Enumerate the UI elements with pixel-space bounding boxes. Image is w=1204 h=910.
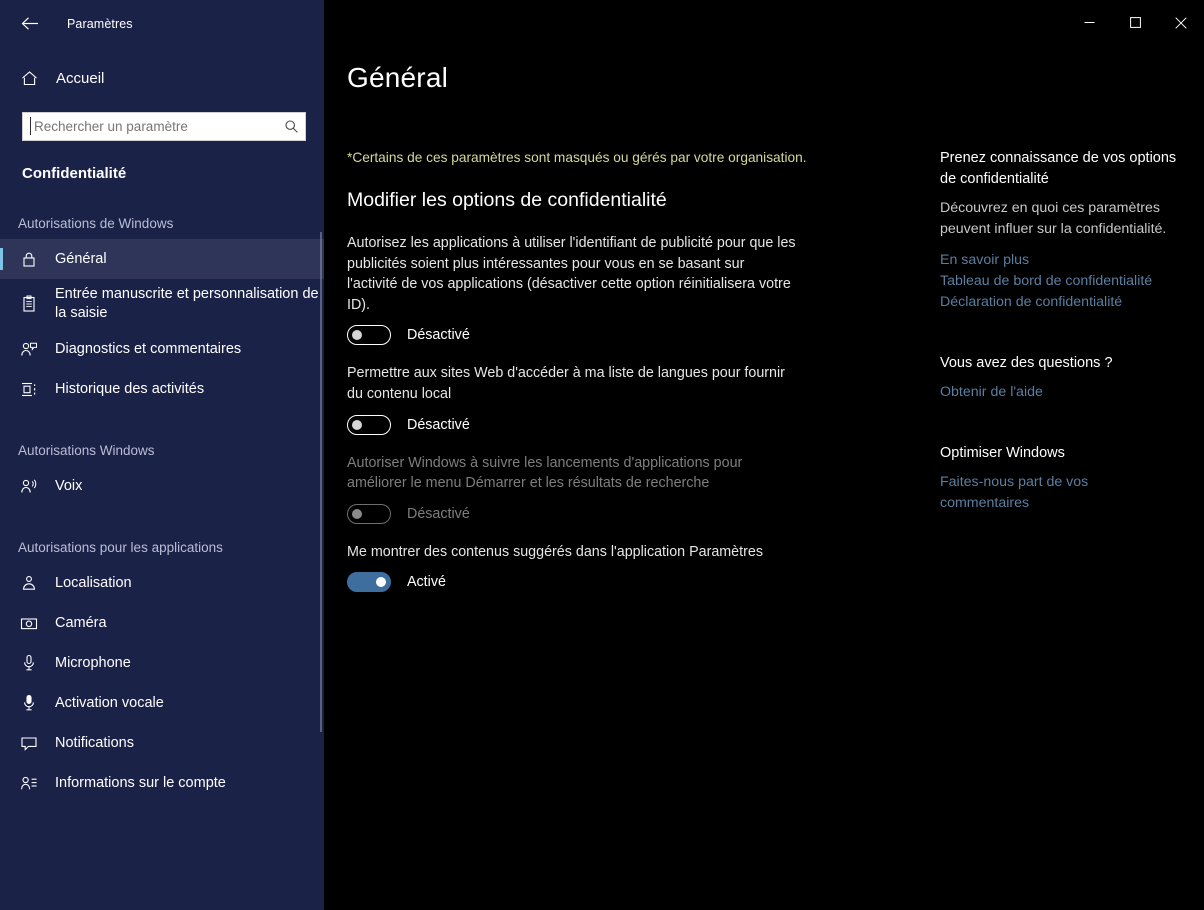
sidebar-category-title: Confidentialité	[22, 165, 127, 182]
sidebar-scrollbar[interactable]	[320, 0, 323, 910]
toggle-state-label: Activé	[407, 574, 446, 591]
voice-activation-icon	[18, 694, 40, 712]
toggle-knob	[352, 330, 362, 341]
help-panel: Prenez connaissance de vos options de co…	[940, 148, 1180, 544]
sidebar-item-label: Microphone	[55, 654, 131, 671]
sidebar-item-label: Historique des activités	[55, 380, 205, 397]
help-link-privacy-dashboard[interactable]: Tableau de bord de confidentialité	[940, 271, 1152, 292]
page-title: Général	[347, 62, 449, 93]
sidebar-item-microphone[interactable]: Microphone	[0, 643, 324, 683]
sidebar-item-label: Entrée manuscrite et personnalisation de…	[55, 286, 319, 321]
location-pin-icon	[18, 575, 40, 592]
toggle-knob	[352, 508, 362, 519]
person-speaking-icon	[18, 478, 40, 495]
search-input[interactable]	[23, 114, 277, 139]
sidebar-item-home[interactable]: Accueil	[0, 58, 324, 98]
sidebar-item-inking-typing[interactable]: Entrée manuscrite et personnalisation de…	[0, 279, 324, 329]
activity-history-icon	[18, 381, 40, 398]
toggle-row: Désactivé	[347, 503, 817, 525]
toggle-row: Désactivé	[347, 324, 817, 346]
sidebar-item-label: Caméra	[55, 614, 107, 631]
toggle-state-label: Désactivé	[407, 505, 470, 522]
help-group-title: Vous avez des questions ?	[940, 355, 1113, 371]
website-language-toggle[interactable]	[347, 414, 391, 435]
app-title: Paramètres	[67, 16, 133, 31]
sidebar-item-label: Général	[55, 250, 107, 267]
sidebar-item-voice[interactable]: Voix	[0, 466, 324, 506]
help-group-privacy-options: Prenez connaissance de vos options de co…	[940, 148, 1180, 313]
sidebar-item-diagnostics-feedback[interactable]: Diagnostics et commentaires	[0, 329, 324, 369]
clipboard-icon	[18, 295, 40, 313]
toggle-state-label: Désactivé	[407, 327, 470, 344]
sidebar-content: Accueil Confidentialité Autorisations de…	[0, 40, 324, 803]
help-group-title: Optimiser Windows	[940, 445, 1065, 461]
sidebar-item-label: Localisation	[55, 574, 132, 591]
help-group-title: Prenez connaissance de vos options de co…	[940, 150, 1177, 187]
sidebar-item-general[interactable]: Général	[0, 239, 324, 279]
help-group-improve-windows: Optimiser Windows Faites-nous part de vo…	[940, 443, 1180, 514]
sidebar-item-location[interactable]: Localisation	[0, 563, 324, 603]
help-link-learn-more[interactable]: En savoir plus	[940, 250, 1029, 271]
setting-description: Autorisez les applications à utiliser l'…	[347, 235, 796, 313]
setting-description: Permettre aux sites Web d'accéder à ma l…	[347, 365, 785, 402]
search-box[interactable]	[22, 112, 306, 141]
sidebar-item-label: Informations sur le compte	[55, 774, 226, 791]
sidebar-home-label: Accueil	[56, 69, 105, 87]
setting-description: Autoriser Windows à suivre les lancement…	[347, 454, 743, 492]
lock-icon	[18, 251, 40, 268]
sidebar-group-header-windows-permissions: Autorisations de Windows	[18, 216, 174, 231]
advertising-id-toggle[interactable]	[347, 325, 391, 346]
sidebar-item-account-info[interactable]: Informations sur le compte	[0, 763, 324, 803]
window-controls	[324, 7, 1204, 40]
toggle-row: Activé	[347, 571, 817, 593]
search-icon[interactable]	[277, 114, 305, 139]
setting-description: Me montrer des contenus suggérés dans l'…	[347, 543, 763, 560]
sidebar-item-label: Diagnostics et commentaires	[55, 340, 242, 357]
back-arrow-icon[interactable]	[8, 8, 53, 40]
sidebar-item-label: Notifications	[55, 734, 134, 751]
main-content: Général *Certains de ces paramètres sont…	[324, 40, 1204, 910]
setting-website-language-list: Permettre aux sites Web d'accéder à ma l…	[347, 363, 817, 435]
sidebar-scrollbar-thumb[interactable]	[320, 232, 322, 732]
suggested-content-toggle[interactable]	[347, 572, 391, 593]
help-link-get-help[interactable]: Obtenir de l'aide	[940, 382, 1043, 403]
sidebar-item-camera[interactable]: Caméra	[0, 603, 324, 643]
microphone-icon	[18, 654, 40, 672]
camera-icon	[18, 616, 40, 631]
account-info-icon	[18, 775, 40, 792]
setting-suggested-content: Me montrer des contenus suggérés dans l'…	[347, 542, 817, 594]
toggle-knob	[376, 577, 386, 588]
help-group-body: Découvrez en quoi ces paramètres peuvent…	[940, 200, 1167, 237]
title-bar: Paramètres	[0, 7, 1204, 40]
person-feedback-icon	[18, 341, 40, 358]
sidebar-item-activity-history[interactable]: Historique des activités	[0, 369, 324, 409]
home-icon	[18, 70, 40, 87]
setting-advertising-id: Autorisez les applications à utiliser l'…	[347, 233, 817, 346]
organization-managed-note: *Certains de ces paramètres sont masqués…	[347, 150, 807, 165]
title-bar-left: Paramètres	[0, 7, 324, 40]
sidebar-item-label: Activation vocale	[55, 694, 164, 711]
close-button[interactable]	[1158, 7, 1204, 38]
sidebar-item-voice-activation[interactable]: Activation vocale	[0, 683, 324, 723]
sidebar-group-header-app-permissions: Autorisations pour les applications	[18, 540, 223, 555]
sidebar: Accueil Confidentialité Autorisations de…	[0, 0, 324, 910]
settings-list: Autorisez les applications à utiliser l'…	[347, 233, 817, 610]
sidebar-group-header-windows-permissions-2: Autorisations Windows	[18, 443, 155, 458]
maximize-button[interactable]	[1112, 7, 1158, 38]
search-text-cursor	[30, 117, 31, 135]
toggle-state-label: Désactivé	[407, 416, 470, 433]
help-group-questions: Vous avez des questions ? Obtenir de l'a…	[940, 353, 1180, 403]
app-launch-tracking-toggle	[347, 503, 391, 524]
help-link-give-feedback[interactable]: Faites-nous part de vos commentaires	[940, 472, 1180, 514]
toggle-knob	[352, 419, 362, 430]
minimize-button[interactable]	[1066, 7, 1112, 38]
sidebar-item-label: Voix	[55, 477, 83, 494]
setting-app-launch-tracking: Autoriser Windows à suivre les lancement…	[347, 453, 817, 525]
section-heading: Modifier les options de confidentialité	[347, 189, 667, 211]
toggle-row: Désactivé	[347, 414, 817, 436]
help-link-privacy-statement[interactable]: Déclaration de confidentialité	[940, 292, 1122, 313]
settings-window: Accueil Confidentialité Autorisations de…	[0, 0, 1204, 910]
notification-icon	[18, 735, 40, 752]
sidebar-item-notifications[interactable]: Notifications	[0, 723, 324, 763]
